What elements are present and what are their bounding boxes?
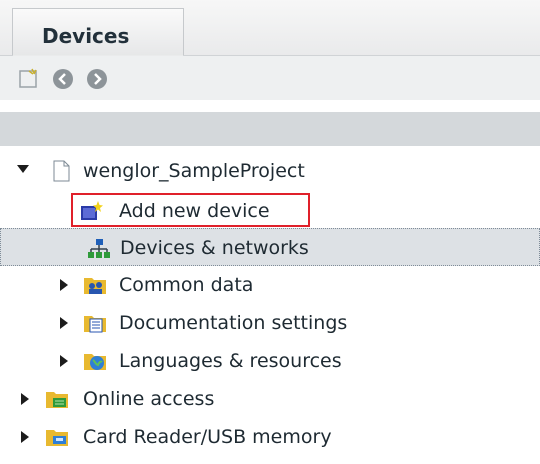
forward-icon[interactable] xyxy=(84,66,110,92)
highlight-box xyxy=(71,193,310,227)
expand-toggle[interactable] xyxy=(60,355,68,367)
card-reader-folder-icon xyxy=(45,426,68,448)
tab-devices[interactable]: Devices xyxy=(12,8,184,56)
common-data-label: Common data xyxy=(119,274,254,296)
devices-networks-label: Devices & networks xyxy=(120,237,309,259)
tab-strip: Devices xyxy=(0,0,540,56)
expand-toggle[interactable] xyxy=(60,279,68,291)
back-icon[interactable] xyxy=(50,66,76,92)
tree-item-card-reader[interactable]: Card Reader/USB memory xyxy=(0,418,540,456)
online-access-folder-icon xyxy=(45,388,68,410)
documentation-settings-label: Documentation settings xyxy=(119,312,348,334)
tree-item-devices-networks[interactable]: Devices & networks xyxy=(0,228,540,266)
online-access-label: Online access xyxy=(83,388,215,410)
project-file-icon xyxy=(50,160,72,182)
tree-item-common-data[interactable]: Common data xyxy=(0,266,540,304)
tree-item-languages-resources[interactable]: Languages & resources xyxy=(0,342,540,380)
expand-toggle[interactable] xyxy=(60,317,68,329)
network-icon xyxy=(88,237,110,259)
project-label: wenglor_SampleProject xyxy=(83,160,305,182)
expand-toggle[interactable] xyxy=(17,165,29,173)
common-data-folder-icon xyxy=(83,274,106,296)
header-band xyxy=(0,112,540,146)
toolbar xyxy=(0,56,540,100)
tree-item-documentation-settings[interactable]: Documentation settings xyxy=(0,304,540,342)
expand-toggle[interactable] xyxy=(21,393,29,405)
new-device-icon[interactable] xyxy=(16,66,42,92)
documentation-folder-icon xyxy=(83,312,106,334)
tab-devices-label: Devices xyxy=(42,24,130,48)
project-tree-panel: Devices wenglor_SampleProject Add new de… xyxy=(0,0,540,464)
card-reader-label: Card Reader/USB memory xyxy=(83,426,332,448)
expand-toggle[interactable] xyxy=(21,431,29,443)
languages-folder-icon xyxy=(83,350,106,372)
languages-resources-label: Languages & resources xyxy=(119,350,342,372)
tree-item-online-access[interactable]: Online access xyxy=(0,380,540,418)
tree-item-project[interactable]: wenglor_SampleProject xyxy=(0,152,540,190)
